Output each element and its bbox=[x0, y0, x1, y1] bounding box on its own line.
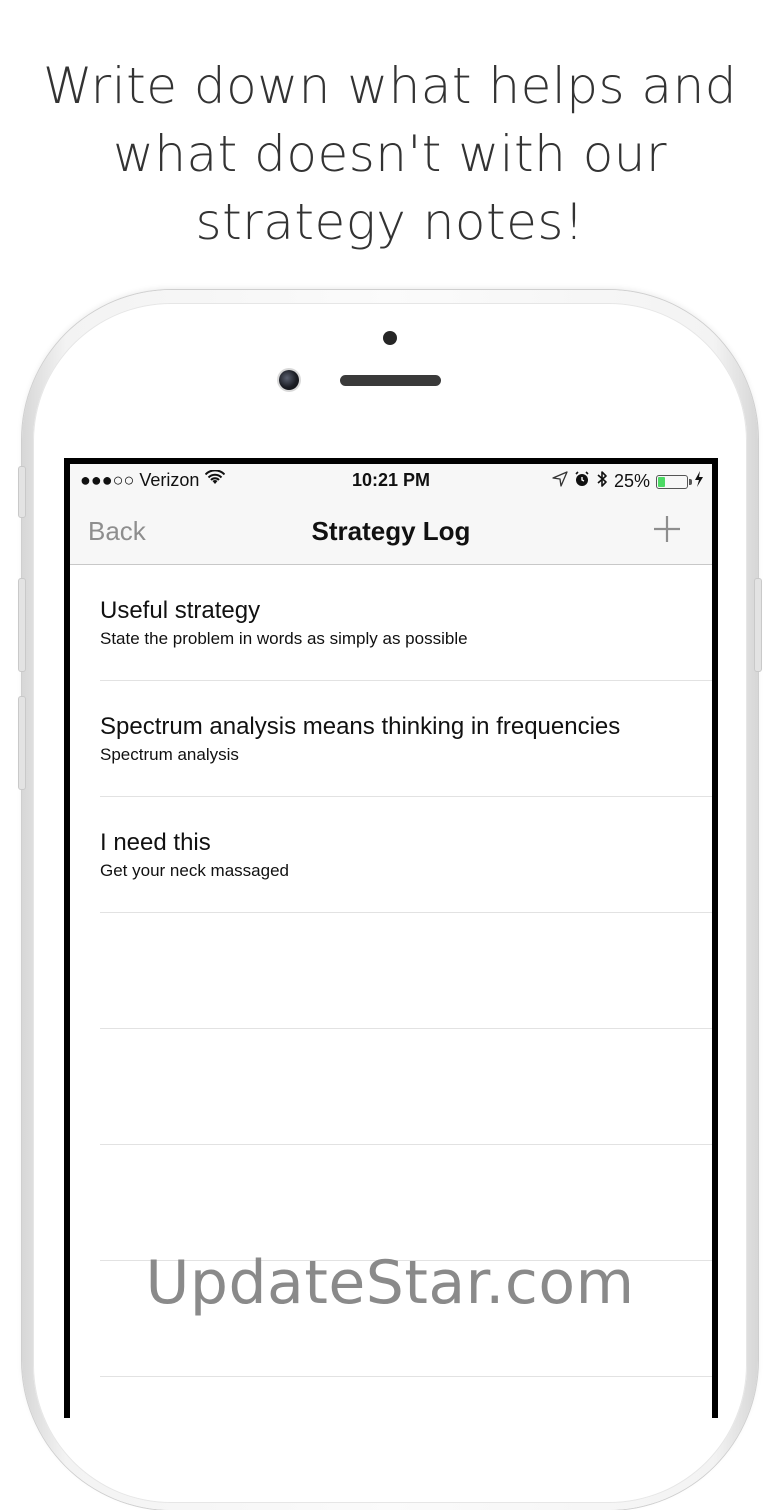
charging-bolt-icon bbox=[694, 471, 704, 492]
list-item-subtitle: Spectrum analysis bbox=[100, 745, 239, 764]
empty-row bbox=[100, 1377, 712, 1424]
alarm-clock-icon bbox=[574, 471, 590, 492]
list-item-title: Useful strategy bbox=[100, 597, 261, 624]
empty-row bbox=[100, 1029, 712, 1145]
status-bar: ●●●○○ Verizon 10:21 PM 25% bbox=[70, 464, 712, 496]
page-title: Strategy Log bbox=[311, 516, 471, 546]
list-item[interactable]: Useful strategy State the problem in wor… bbox=[100, 565, 712, 681]
list-item[interactable]: I need this Get your neck massaged bbox=[100, 797, 712, 913]
battery-icon bbox=[656, 474, 692, 489]
plus-icon bbox=[654, 516, 680, 542]
battery-level-fill bbox=[658, 476, 665, 487]
side-button-power bbox=[754, 578, 762, 672]
empty-row bbox=[100, 913, 712, 1029]
status-right: 25% bbox=[552, 470, 704, 493]
earpiece-speaker bbox=[340, 375, 441, 386]
battery-percent: 25% bbox=[613, 471, 650, 491]
list-item[interactable]: Spectrum analysis means thinking in freq… bbox=[100, 681, 712, 797]
promo-headline: Write down what helps and what doesn't w… bbox=[42, 57, 738, 251]
side-button-mute bbox=[18, 466, 26, 518]
list-item-title: Spectrum analysis means thinking in freq… bbox=[100, 713, 621, 740]
bluetooth-icon bbox=[596, 470, 608, 493]
list-item-subtitle: State the problem in words as simply as … bbox=[100, 629, 468, 648]
side-button-volume-down bbox=[18, 696, 26, 790]
list-item-title: I need this bbox=[100, 829, 211, 856]
side-button-volume-up bbox=[18, 578, 26, 672]
proximity-sensor bbox=[383, 331, 397, 345]
navigation-bar: Back Strategy Log bbox=[70, 496, 712, 565]
location-arrow-icon bbox=[552, 471, 568, 492]
watermark: UpdateStar.com bbox=[145, 1248, 635, 1318]
add-button[interactable] bbox=[652, 514, 682, 544]
empty-row bbox=[100, 1145, 712, 1261]
list-item-subtitle: Get your neck massaged bbox=[100, 861, 289, 880]
front-camera bbox=[279, 370, 299, 390]
